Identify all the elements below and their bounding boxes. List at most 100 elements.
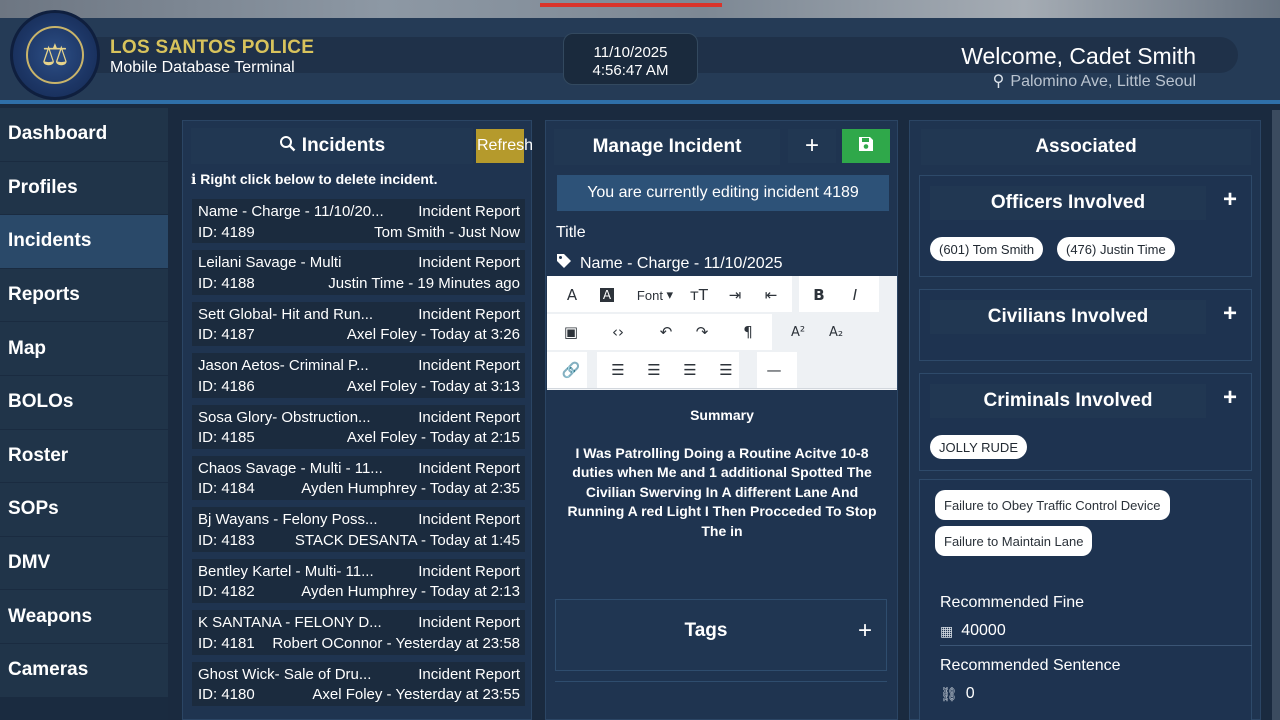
org-subtitle: Mobile Database Terminal [110,59,295,76]
tags-section: Tags + [555,599,887,671]
police-badge-logo: ⚖ [10,10,100,100]
sidebar-item-dmv[interactable]: DMV [0,536,168,591]
list-item[interactable]: Sosa Glory- Obstruction... Incident Repor… [192,404,525,449]
list-item[interactable]: Jason Aetos- Criminal P... Incident Repor… [192,353,525,398]
image-icon[interactable]: ▣ [556,317,586,347]
list-item[interactable]: Ghost Wick- Sale of Dru... Incident Repor… [192,661,525,706]
editing-notice: You are currently editing incident 4189 [557,175,889,211]
add-tag-button[interactable]: + [858,617,872,645]
sidebar-item-dashboard[interactable]: Dashboard [0,108,168,162]
font-select[interactable]: Font ▾ [628,280,682,310]
highlight-color-icon[interactable]: A [592,280,622,310]
list-item[interactable]: Chaos Savage - Multi - 11... Incident Rep… [192,455,525,501]
italic-icon[interactable]: I [840,280,870,310]
font-size-icon[interactable]: ᴛT [684,280,714,310]
criminal-chip[interactable]: JOLLY RUDE [930,435,1027,459]
sidebar-item-reports[interactable]: Reports [0,268,168,323]
charge-chip[interactable]: Failure to Maintain Lane [935,526,1093,556]
sidebar-item-roster[interactable]: Roster [0,429,168,484]
align-right-icon[interactable]: ☰ [675,355,705,385]
criminals-title: Criminals Involved [930,384,1206,418]
sidebar-item-cameras[interactable]: Cameras [0,643,168,698]
paragraph-icon[interactable]: ¶ [733,317,763,347]
divider [940,645,1252,646]
summary-text: I Was Patrolling Doing a Routine Acitve … [567,444,877,539]
criminals-section: Criminals Involved + JOLLY RUDE [919,373,1252,471]
scenery-red-bar [540,3,722,7]
manage-incident-title: Manage Incident [554,129,780,165]
officers-section: Officers Involved + (601) Tom Smith (476… [919,175,1252,277]
officer-chip[interactable]: (476) Justin Time [1057,237,1175,261]
sidebar-item-profiles[interactable]: Profiles [0,161,168,216]
rich-text-editor: A A Font ▾ ᴛT ⇥ ⇤ B I ▣ ‹› ↶ ↷ ¶ A² A₂ 🔗… [547,276,897,588]
associated-title: Associated [921,129,1251,165]
location: ⚲ Palomino Ave, Little Seoul [993,71,1196,91]
incidents-title: Incidents [301,135,386,156]
sidebar-item-bolos[interactable]: BOLOs [0,375,168,430]
font-color-icon[interactable]: A [557,280,587,310]
search-icon[interactable] [279,135,296,158]
align-center-icon[interactable]: ☰ [639,355,669,385]
next-section [555,681,887,720]
redo-icon[interactable]: ↷ [687,317,717,347]
bold-icon[interactable]: B [804,280,834,310]
welcome-text: Welcome, Cadet Smith [961,43,1196,69]
manage-incident-panel: Manage Incident + You are currently edit… [545,120,898,720]
list-item[interactable]: Name - Charge - 11/10/20... Incident Repo… [192,199,525,244]
charge-chip[interactable]: Failure to Obey Traffic Control Device [935,490,1170,520]
associated-panel: Associated Officers Involved + (601) Tom… [909,120,1261,720]
add-officer-button[interactable]: + [1223,186,1237,214]
tag-icon [556,253,574,274]
incidents-panel: Incidents Refresh ℹ Right click below to… [182,120,533,720]
sidebar-item-incidents[interactable]: Incidents [0,215,168,269]
list-item[interactable]: K SANTANA - FELONY D... Incident Report I… [192,610,525,655]
clock-time: 4:56:47 AM [592,62,669,79]
sentence-label: Recommended Sentence [940,657,1121,674]
window-edge [1272,110,1280,720]
align-left-icon[interactable]: ☰ [603,355,633,385]
indent-icon[interactable]: ⇥ [720,280,750,310]
list-item[interactable]: Leilani Savage - Multi Incident Report ID… [192,250,525,295]
location-text: Palomino Ave, Little Seoul [1010,73,1196,90]
sidebar-item-map[interactable]: Map [0,322,168,376]
list-item[interactable]: Bj Wayans - Felony Poss... Incident Repor… [192,507,525,552]
handcuffs-icon: ⛓ [940,685,958,702]
fine-value: ▦ 40000 [940,622,1006,639]
add-civilian-button[interactable]: + [1223,300,1237,328]
scales-of-justice-icon: ⚖ [26,26,84,84]
sidebar: Dashboard Profiles Incidents Reports Map… [0,108,168,720]
undo-icon[interactable]: ↶ [651,317,681,347]
new-incident-button[interactable]: + [788,129,836,163]
summary-heading: Summary [690,407,754,423]
org-title: LOS SANTOS POLICE [110,37,315,58]
list-item[interactable]: Bentley Kartel - Multi- 11... Incident Re… [192,558,525,604]
civilians-title: Civilians Involved [930,300,1206,334]
editor-toolbar: A A Font ▾ ᴛT ⇥ ⇤ B I ▣ ‹› ↶ ↷ ¶ A² A₂ 🔗… [547,276,897,389]
civilians-section: Civilians Involved + [919,289,1252,361]
calculator-icon: ▦ [940,622,954,639]
officers-title: Officers Involved [930,186,1206,220]
title-label: Title [556,224,586,241]
subscript-icon[interactable]: A₂ [821,317,851,347]
info-icon: ℹ [191,171,197,187]
list-item[interactable]: Sett Global- Hit and Run... Incident Repo… [192,301,525,347]
editor-content[interactable]: Summary I Was Patrolling Doing a Routine… [547,390,897,588]
charges-section: Failure to Obey Traffic Control Device F… [919,479,1252,720]
clock: 11/10/2025 4:56:47 AM [563,33,698,85]
horizontal-rule-icon[interactable]: — [759,355,789,385]
fine-label: Recommended Fine [940,594,1085,611]
code-icon[interactable]: ‹› [603,317,633,347]
outdent-icon[interactable]: ⇤ [756,280,786,310]
save-icon [858,136,874,157]
sidebar-item-weapons[interactable]: Weapons [0,590,168,644]
incident-title-text: Name - Charge - 11/10/2025 [580,254,783,272]
save-button[interactable] [842,129,890,163]
sidebar-item-sops[interactable]: SOPs [0,483,168,537]
superscript-icon[interactable]: A² [783,317,813,347]
incident-title-field[interactable]: Name - Charge - 11/10/2025 [556,253,782,274]
align-justify-icon[interactable]: ☰ [711,355,741,385]
refresh-button[interactable]: Refresh [476,129,533,163]
officer-chip[interactable]: (601) Tom Smith [930,237,1044,261]
add-criminal-button[interactable]: + [1223,384,1237,412]
link-icon[interactable]: 🔗 [556,355,586,385]
